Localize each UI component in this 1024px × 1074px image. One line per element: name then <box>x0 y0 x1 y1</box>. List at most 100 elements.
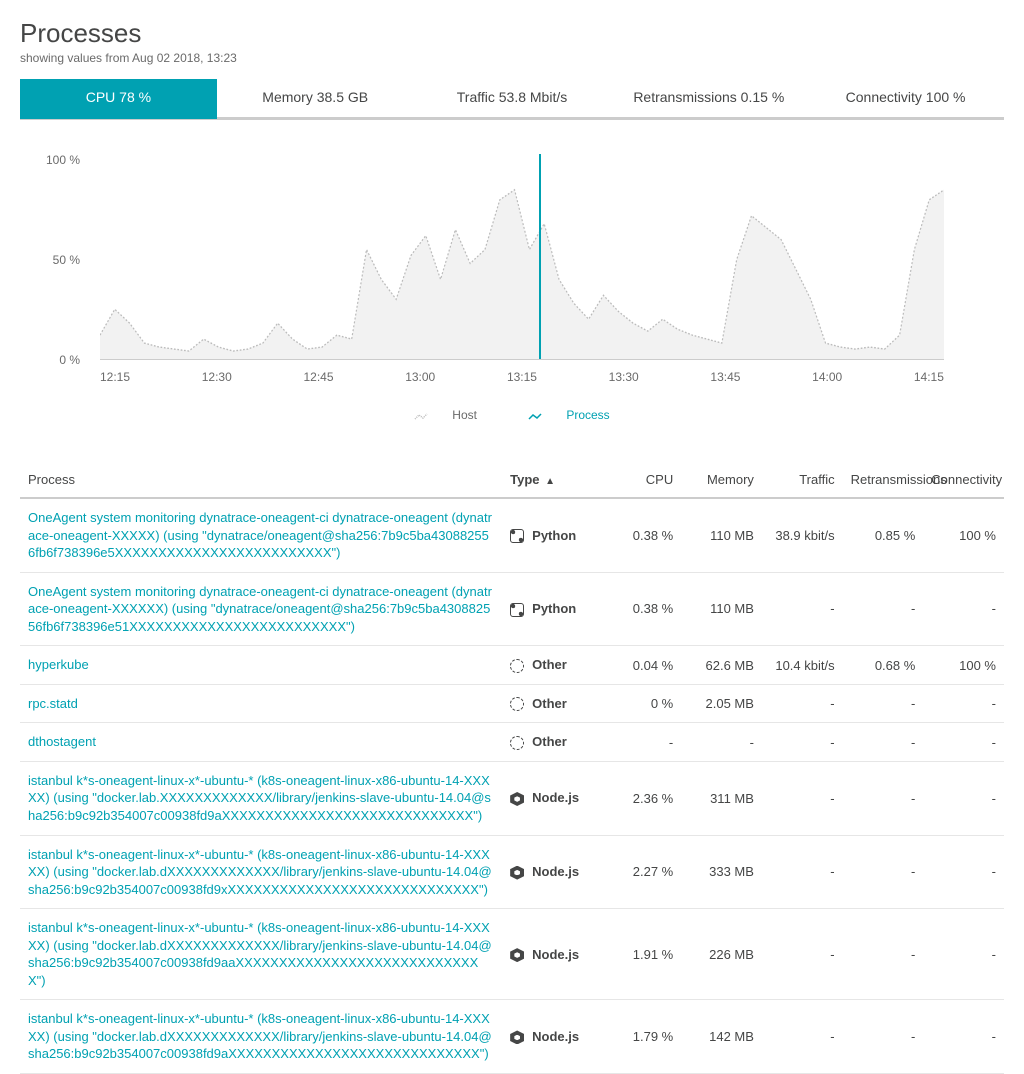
x-tick: 13:45 <box>710 370 740 400</box>
other-icon <box>510 659 524 673</box>
host-line-icon <box>414 411 428 421</box>
conn-value: - <box>923 761 1004 835</box>
memory-value: 333 MB <box>681 835 762 909</box>
x-tick: 13:30 <box>609 370 639 400</box>
retrans-value: - <box>843 761 924 835</box>
other-icon <box>510 697 524 711</box>
python-icon <box>510 529 524 543</box>
x-tick: 13:00 <box>405 370 435 400</box>
y-tick: 50 % <box>53 253 80 267</box>
traffic-value: - <box>762 1000 843 1074</box>
table-row: dthostagentOther----- <box>20 723 1004 762</box>
type-cell: Node.js <box>502 909 600 1000</box>
traffic-value: 10.4 kbit/s <box>762 646 843 685</box>
memory-value: 142 MB <box>681 1000 762 1074</box>
col-retrans[interactable]: Retransmissions <box>843 462 924 498</box>
process-link[interactable]: hyperkube <box>28 657 89 672</box>
type-cell: Python <box>502 572 600 646</box>
nodejs-icon <box>510 866 524 880</box>
conn-value: - <box>923 723 1004 762</box>
cpu-value: 2.36 % <box>601 761 682 835</box>
process-line-icon <box>528 411 542 421</box>
y-tick: 0 % <box>59 353 80 367</box>
tab-connectivity[interactable]: Connectivity 100 % <box>807 79 1004 119</box>
y-tick: 100 % <box>46 153 80 167</box>
conn-value: - <box>923 835 1004 909</box>
traffic-value: 38.9 kbit/s <box>762 498 843 572</box>
process-link[interactable]: istanbul k*s-oneagent-linux-x*-ubuntu-* … <box>28 773 491 823</box>
traffic-value: - <box>762 572 843 646</box>
tab-cpu[interactable]: CPU 78 % <box>20 79 217 119</box>
sort-asc-icon: ▲ <box>545 476 555 487</box>
process-link[interactable]: istanbul k*s-oneagent-linux-x*-ubuntu-* … <box>28 847 492 897</box>
retrans-value: - <box>843 1000 924 1074</box>
conn-value: - <box>923 909 1004 1000</box>
chart-plot-area[interactable] <box>100 160 944 360</box>
type-cell: Other <box>502 646 600 685</box>
memory-value: 311 MB <box>681 761 762 835</box>
chart-x-axis: 12:1512:3012:4513:0013:1513:3013:4514:00… <box>100 370 944 400</box>
process-link[interactable]: dthostagent <box>28 734 96 749</box>
cpu-value: - <box>601 723 682 762</box>
col-process[interactable]: Process <box>20 462 502 498</box>
retrans-value: - <box>843 909 924 1000</box>
type-cell: Node.js <box>502 1000 600 1074</box>
traffic-value: - <box>762 835 843 909</box>
retrans-value: 0.85 % <box>843 498 924 572</box>
page-title: Processes <box>20 18 1004 49</box>
cpu-value: 2.27 % <box>601 835 682 909</box>
process-link[interactable]: rpc.statd <box>28 696 78 711</box>
cpu-chart: 100 % 50 % 0 % 12:1512:3012:4513:0013:15… <box>20 160 1004 400</box>
retrans-value: - <box>843 835 924 909</box>
legend-process: Process <box>516 408 621 422</box>
process-table: ProcessType ▲CPUMemoryTrafficRetransmiss… <box>20 462 1004 1074</box>
col-memory[interactable]: Memory <box>681 462 762 498</box>
col-cpu[interactable]: CPU <box>601 462 682 498</box>
type-cell: Python <box>502 498 600 572</box>
cpu-value: 1.79 % <box>601 1000 682 1074</box>
nodejs-icon <box>510 792 524 806</box>
traffic-value: - <box>762 761 843 835</box>
retrans-value: 0.68 % <box>843 646 924 685</box>
nodejs-icon <box>510 948 524 962</box>
col-conn[interactable]: Connectivity <box>923 462 1004 498</box>
process-link[interactable]: OneAgent system monitoring dynatrace-one… <box>28 510 492 560</box>
page-subtitle: showing values from Aug 02 2018, 13:23 <box>20 51 1004 65</box>
x-tick: 13:15 <box>507 370 537 400</box>
time-marker[interactable] <box>539 154 541 359</box>
table-row: OneAgent system monitoring dynatrace-one… <box>20 498 1004 572</box>
process-link[interactable]: istanbul k*s-oneagent-linux-x*-ubuntu-* … <box>28 920 492 988</box>
col-traffic[interactable]: Traffic <box>762 462 843 498</box>
traffic-value: - <box>762 909 843 1000</box>
tab-traffic[interactable]: Traffic 53.8 Mbit/s <box>414 79 611 119</box>
other-icon <box>510 736 524 750</box>
traffic-value: - <box>762 684 843 723</box>
conn-value: - <box>923 1000 1004 1074</box>
tab-retransmissions[interactable]: Retransmissions 0.15 % <box>610 79 807 119</box>
memory-value: - <box>681 723 762 762</box>
col-type[interactable]: Type ▲ <box>502 462 600 498</box>
x-tick: 12:15 <box>100 370 130 400</box>
conn-value: 100 % <box>923 498 1004 572</box>
memory-value: 110 MB <box>681 498 762 572</box>
cpu-value: 1.91 % <box>601 909 682 1000</box>
traffic-value: - <box>762 723 843 762</box>
chart-legend: Host Process <box>20 408 1004 422</box>
memory-value: 110 MB <box>681 572 762 646</box>
python-icon <box>510 603 524 617</box>
tab-memory[interactable]: Memory 38.5 GB <box>217 79 414 119</box>
table-row: rpc.statdOther0 %2.05 MB--- <box>20 684 1004 723</box>
cpu-value: 0.38 % <box>601 498 682 572</box>
type-cell: Node.js <box>502 761 600 835</box>
process-link[interactable]: OneAgent system monitoring dynatrace-one… <box>28 584 492 634</box>
conn-value: - <box>923 572 1004 646</box>
table-row: istanbul k*s-oneagent-linux-x*-ubuntu-* … <box>20 1000 1004 1074</box>
process-link[interactable]: istanbul k*s-oneagent-linux-x*-ubuntu-* … <box>28 1011 492 1061</box>
chart-y-axis: 100 % 50 % 0 % <box>20 160 90 360</box>
table-row: hyperkubeOther0.04 %62.6 MB10.4 kbit/s0.… <box>20 646 1004 685</box>
cpu-value: 0.04 % <box>601 646 682 685</box>
table-row: OneAgent system monitoring dynatrace-one… <box>20 572 1004 646</box>
x-tick: 12:30 <box>202 370 232 400</box>
retrans-value: - <box>843 723 924 762</box>
legend-host: Host <box>402 408 489 422</box>
